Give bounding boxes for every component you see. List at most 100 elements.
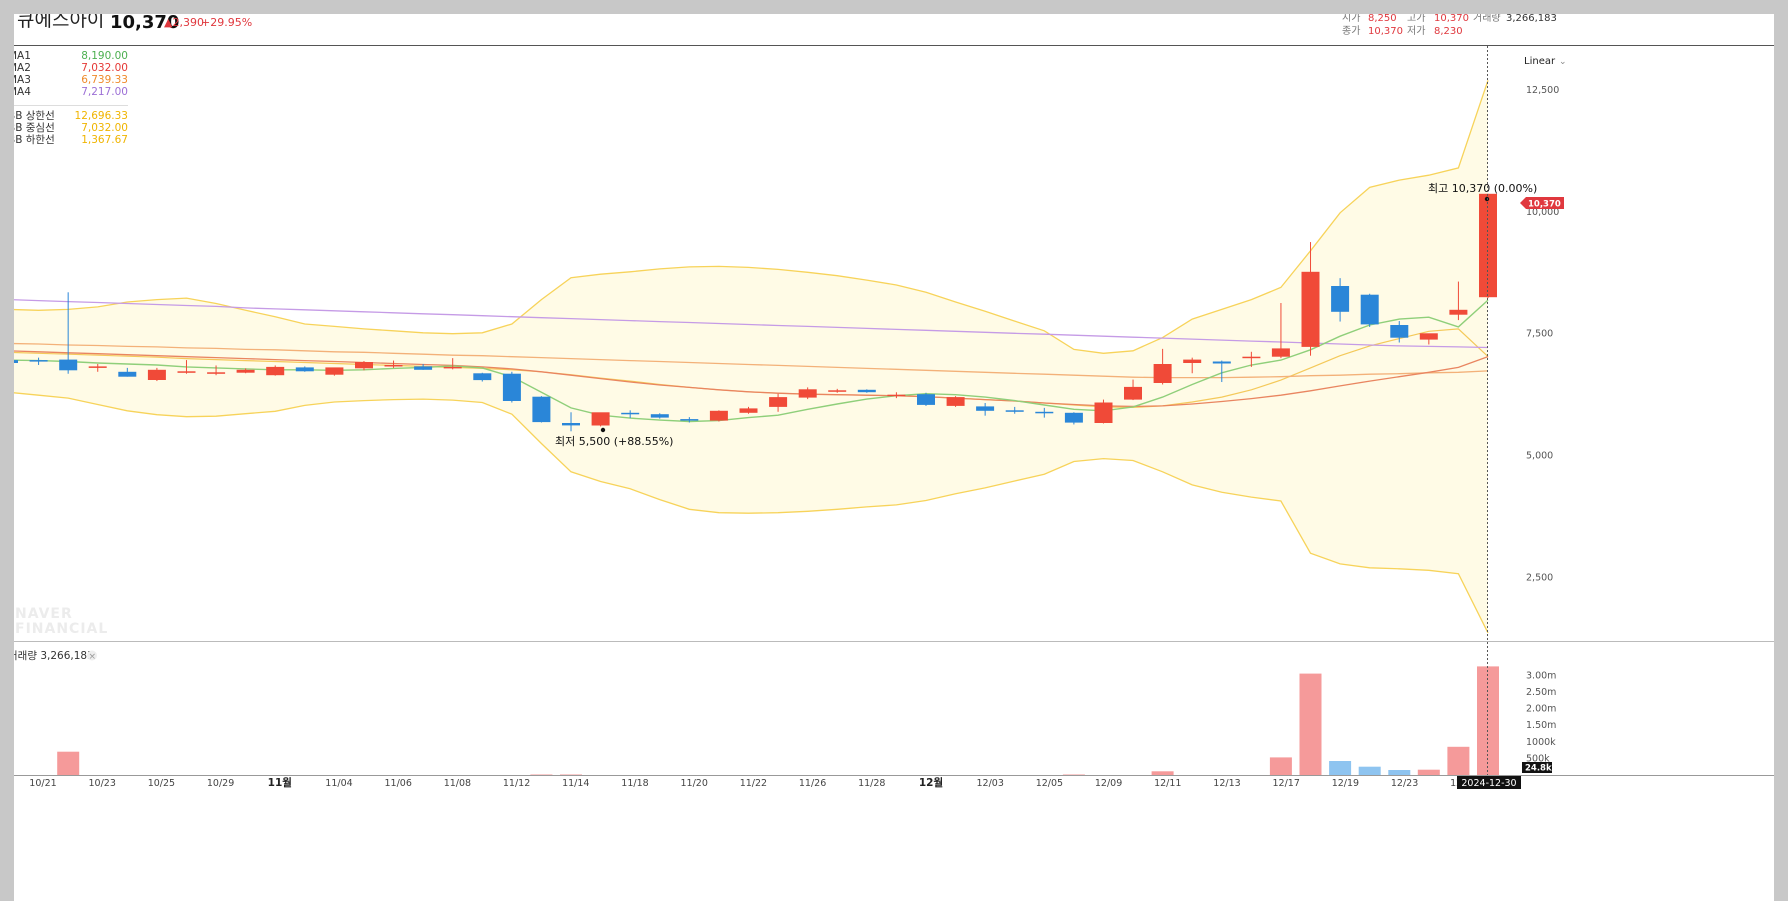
y-tick-label: 2,500: [1526, 573, 1553, 584]
scale-selector[interactable]: Linear ⌄: [1524, 56, 1567, 67]
candle-body: [1390, 325, 1409, 338]
x-tick-label: 10/21: [29, 778, 56, 789]
candle-body: [769, 397, 788, 407]
x-tick-label: 12월: [919, 776, 943, 789]
volume-bar: [1447, 746, 1470, 776]
candle-body: [473, 373, 492, 381]
chart-frame: 큐에스아이 10,370 ▲2,390 +29.95% 시가 8,250 고가 …: [14, 14, 1774, 901]
candle-body: [798, 389, 817, 398]
candle-body: [29, 360, 48, 362]
volume-label: 거래량: [1473, 14, 1501, 24]
candle-body: [709, 410, 728, 421]
candle-body: [946, 397, 965, 406]
ohlc-high-label: 고가: [1407, 14, 1425, 24]
low-annotation: 최저 5,500 (+88.55%): [555, 435, 673, 448]
volume-bar: [1388, 770, 1411, 775]
candle-body: [1479, 193, 1497, 298]
y-tick-label: 7,500: [1526, 329, 1553, 340]
ohlc-close-value: 10,370: [1368, 26, 1403, 37]
candle-body: [414, 366, 433, 370]
volume-last-tag: 24.8k: [1522, 762, 1552, 774]
candle-body: [917, 394, 935, 405]
x-tick-label: 10/23: [89, 778, 116, 789]
candle-body: [1094, 402, 1113, 423]
volume-panel-label: 거래량 3,266,183: [14, 650, 94, 662]
x-tick-label: 12/03: [977, 778, 1004, 789]
stock-chart-canvas[interactable]: 큐에스아이 10,370 ▲2,390 +29.95% 시가 8,250 고가 …: [14, 14, 1774, 901]
x-tick-label: 11월: [268, 776, 292, 789]
volume-bar: [1151, 771, 1174, 775]
date-tag-text: 2024-12-30: [1461, 778, 1516, 789]
watermark-line2: FINANCIAL: [15, 621, 108, 637]
candle-body: [1153, 364, 1172, 383]
low-marker: [600, 427, 606, 433]
bollinger-band-fill: [14, 80, 1488, 633]
x-tick-label: 11/14: [562, 778, 589, 789]
legend-value: 7,217.00: [81, 86, 128, 98]
candle-body: [384, 365, 403, 367]
volume-bar: [1329, 761, 1352, 775]
bollinger-band: [14, 80, 1489, 634]
scale-label[interactable]: Linear: [1524, 56, 1556, 67]
candle-body: [857, 389, 876, 393]
legend-value: 1,367.67: [81, 134, 128, 146]
volume-bar: [57, 751, 80, 775]
x-tick-label: 12/09: [1095, 778, 1122, 789]
x-tick-label: 10/29: [207, 778, 234, 789]
x-tick-label: 11/06: [385, 778, 412, 789]
close-icon[interactable]: ×: [89, 652, 97, 662]
candle-body: [14, 360, 18, 363]
candle-body: [88, 366, 107, 368]
price-tag-text: 10,370: [1528, 200, 1561, 210]
candle-body: [621, 412, 640, 415]
candle: [266, 365, 285, 376]
chevron-down-icon[interactable]: ⌄: [1559, 57, 1567, 67]
ohlc-open-value: 8,250: [1368, 14, 1397, 24]
legend-value: 7,032.00: [81, 122, 128, 134]
candle-body: [1124, 386, 1142, 400]
candle-body: [147, 369, 166, 380]
candle-body: [59, 359, 78, 371]
x-tick-label: 12/17: [1273, 778, 1300, 789]
candle-body: [591, 412, 610, 426]
candle: [325, 367, 344, 376]
y-tick-label: 12,500: [1526, 85, 1559, 96]
legend-label: BB 중심선: [14, 122, 55, 134]
candle-body: [295, 367, 314, 372]
candle: [502, 371, 521, 403]
x-axis-labels: 10/21 10/23 10/25 10/29 11월 11/04 11/06 11/08 11…: [29, 776, 1477, 789]
x-tick-label: 12/05: [1036, 778, 1063, 789]
candle-body: [1360, 294, 1379, 325]
candle-body: [325, 367, 344, 375]
x-tick-label: 11/04: [325, 778, 352, 789]
candle-body: [532, 396, 551, 423]
legend-label: MA4: [14, 86, 31, 98]
ohlc-close-label: 종가: [1342, 25, 1360, 37]
candle-body: [1242, 356, 1261, 359]
volume-value: 3,266,183: [1506, 14, 1557, 24]
x-tick-label: 11/08: [444, 778, 471, 789]
x-tick-label: 11/28: [858, 778, 885, 789]
volume-tick-label: 1.50m: [1526, 720, 1556, 731]
x-tick-label: 12/19: [1332, 778, 1359, 789]
x-tick-label: 12/23: [1391, 778, 1418, 789]
current-price-tag: 10,370: [1520, 197, 1564, 210]
candle-body: [1183, 359, 1202, 363]
legend-value: 12,696.33: [75, 110, 128, 122]
candle-body: [1271, 348, 1290, 357]
y-axis: 2,5005,0007,50010,00012,500: [1526, 85, 1559, 584]
candle-body: [207, 372, 226, 374]
candle: [709, 410, 728, 422]
crosshair-date-tag: 2024-12-30: [1457, 776, 1521, 789]
legend-label: MA3: [14, 74, 31, 86]
legend-value: 8,190.00: [81, 50, 128, 62]
candle-body: [1449, 309, 1468, 315]
volume-bar: [1358, 766, 1381, 775]
x-tick-label: 12/11: [1154, 778, 1181, 789]
ohlc-high-value: 10,370: [1434, 14, 1469, 24]
volume-tag-text: 24.8k: [1525, 764, 1552, 774]
volume-axis: 3.00m2.50m2.00m1.50m1000k500k: [1526, 670, 1556, 764]
price-change-percent: +29.95%: [201, 16, 252, 29]
candle-body: [1212, 361, 1231, 364]
candle-body: [650, 414, 669, 418]
